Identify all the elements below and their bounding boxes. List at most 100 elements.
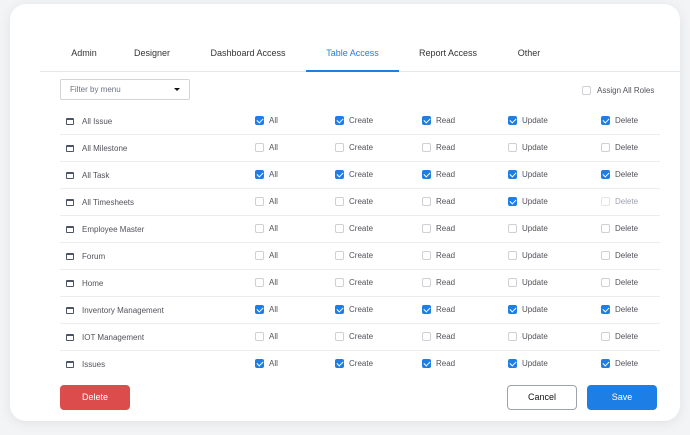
perm-create-checkbox[interactable]: [335, 332, 344, 341]
perm-update-checkbox[interactable]: [508, 224, 517, 233]
perm-all[interactable]: All: [255, 332, 278, 341]
perm-create-checkbox[interactable]: [335, 224, 344, 233]
perm-update-checkbox[interactable]: [508, 170, 517, 179]
perm-create[interactable]: Create: [335, 305, 373, 314]
cancel-button[interactable]: Cancel: [507, 385, 577, 410]
perm-delete[interactable]: Delete: [601, 332, 638, 341]
filter-by-menu-select[interactable]: Filter by menu: [60, 79, 190, 100]
perm-read-checkbox[interactable]: [422, 224, 431, 233]
perm-create[interactable]: Create: [335, 116, 373, 125]
tab-other[interactable]: Other: [512, 42, 546, 72]
perm-read[interactable]: Read: [422, 224, 455, 233]
perm-delete[interactable]: Delete: [601, 143, 638, 152]
perm-create-checkbox[interactable]: [335, 116, 344, 125]
perm-read[interactable]: Read: [422, 359, 455, 368]
perm-delete-checkbox[interactable]: [601, 305, 610, 314]
perm-update[interactable]: Update: [508, 143, 548, 152]
perm-create[interactable]: Create: [335, 332, 373, 341]
perm-update[interactable]: Update: [508, 170, 548, 179]
perm-all-checkbox[interactable]: [255, 305, 264, 314]
perm-update[interactable]: Update: [508, 197, 548, 206]
perm-read-checkbox[interactable]: [422, 197, 431, 206]
assign-all-roles-checkbox[interactable]: [582, 85, 591, 95]
perm-create-checkbox[interactable]: [335, 197, 344, 206]
perm-delete[interactable]: Delete: [601, 305, 638, 314]
perm-create[interactable]: Create: [335, 359, 373, 368]
perm-delete-checkbox[interactable]: [601, 332, 610, 341]
perm-update[interactable]: Update: [508, 332, 548, 341]
tab-report-access[interactable]: Report Access: [415, 42, 481, 72]
perm-create[interactable]: Create: [335, 143, 373, 152]
perm-all[interactable]: All: [255, 143, 278, 152]
perm-update-checkbox[interactable]: [508, 332, 517, 341]
perm-create[interactable]: Create: [335, 251, 373, 260]
perm-delete[interactable]: Delete: [601, 224, 638, 233]
perm-all-checkbox[interactable]: [255, 278, 264, 287]
perm-delete[interactable]: Delete: [601, 170, 638, 179]
perm-create[interactable]: Create: [335, 278, 373, 287]
perm-read[interactable]: Read: [422, 251, 455, 260]
perm-all-checkbox[interactable]: [255, 197, 264, 206]
perm-all-checkbox[interactable]: [255, 143, 264, 152]
perm-delete-checkbox[interactable]: [601, 143, 610, 152]
perm-read-checkbox[interactable]: [422, 116, 431, 125]
perm-read[interactable]: Read: [422, 116, 455, 125]
perm-update-checkbox[interactable]: [508, 116, 517, 125]
perm-create-checkbox[interactable]: [335, 359, 344, 368]
perm-create[interactable]: Create: [335, 197, 373, 206]
perm-create-checkbox[interactable]: [335, 143, 344, 152]
perm-delete-checkbox[interactable]: [601, 224, 610, 233]
perm-update[interactable]: Update: [508, 305, 548, 314]
perm-delete-checkbox[interactable]: [601, 170, 610, 179]
perm-read[interactable]: Read: [422, 170, 455, 179]
assign-all-roles[interactable]: Assign All Roles: [582, 84, 654, 96]
perm-all[interactable]: All: [255, 278, 278, 287]
perm-delete-checkbox[interactable]: [601, 278, 610, 287]
perm-delete[interactable]: Delete: [601, 197, 638, 206]
perm-read-checkbox[interactable]: [422, 305, 431, 314]
perm-read-checkbox[interactable]: [422, 170, 431, 179]
perm-delete[interactable]: Delete: [601, 251, 638, 260]
perm-read[interactable]: Read: [422, 197, 455, 206]
perm-create-checkbox[interactable]: [335, 278, 344, 287]
perm-all[interactable]: All: [255, 224, 278, 233]
perm-create[interactable]: Create: [335, 224, 373, 233]
perm-read-checkbox[interactable]: [422, 278, 431, 287]
perm-all[interactable]: All: [255, 305, 278, 314]
perm-update[interactable]: Update: [508, 224, 548, 233]
perm-update[interactable]: Update: [508, 116, 548, 125]
perm-update-checkbox[interactable]: [508, 305, 517, 314]
perm-delete[interactable]: Delete: [601, 278, 638, 287]
perm-update-checkbox[interactable]: [508, 251, 517, 260]
perm-read-checkbox[interactable]: [422, 359, 431, 368]
perm-all-checkbox[interactable]: [255, 116, 264, 125]
perm-all[interactable]: All: [255, 170, 278, 179]
tab-dashboard-access[interactable]: Dashboard Access: [208, 42, 288, 72]
tab-admin[interactable]: Admin: [64, 42, 104, 72]
perm-read-checkbox[interactable]: [422, 143, 431, 152]
perm-read[interactable]: Read: [422, 332, 455, 341]
perm-all[interactable]: All: [255, 359, 278, 368]
perm-read[interactable]: Read: [422, 278, 455, 287]
perm-update[interactable]: Update: [508, 251, 548, 260]
perm-read[interactable]: Read: [422, 143, 455, 152]
perm-read[interactable]: Read: [422, 305, 455, 314]
perm-create-checkbox[interactable]: [335, 305, 344, 314]
perm-delete-checkbox[interactable]: [601, 197, 610, 206]
perm-all-checkbox[interactable]: [255, 332, 264, 341]
save-button[interactable]: Save: [587, 385, 657, 410]
perm-all-checkbox[interactable]: [255, 170, 264, 179]
perm-delete-checkbox[interactable]: [601, 116, 610, 125]
perm-update-checkbox[interactable]: [508, 197, 517, 206]
perm-delete[interactable]: Delete: [601, 359, 638, 368]
perm-delete-checkbox[interactable]: [601, 251, 610, 260]
perm-read-checkbox[interactable]: [422, 332, 431, 341]
perm-create[interactable]: Create: [335, 170, 373, 179]
perm-all-checkbox[interactable]: [255, 251, 264, 260]
perm-create-checkbox[interactable]: [335, 251, 344, 260]
perm-all-checkbox[interactable]: [255, 224, 264, 233]
perm-update-checkbox[interactable]: [508, 143, 517, 152]
delete-button[interactable]: Delete: [60, 385, 130, 410]
perm-all[interactable]: All: [255, 116, 278, 125]
tab-table-access[interactable]: Table Access: [306, 42, 399, 72]
